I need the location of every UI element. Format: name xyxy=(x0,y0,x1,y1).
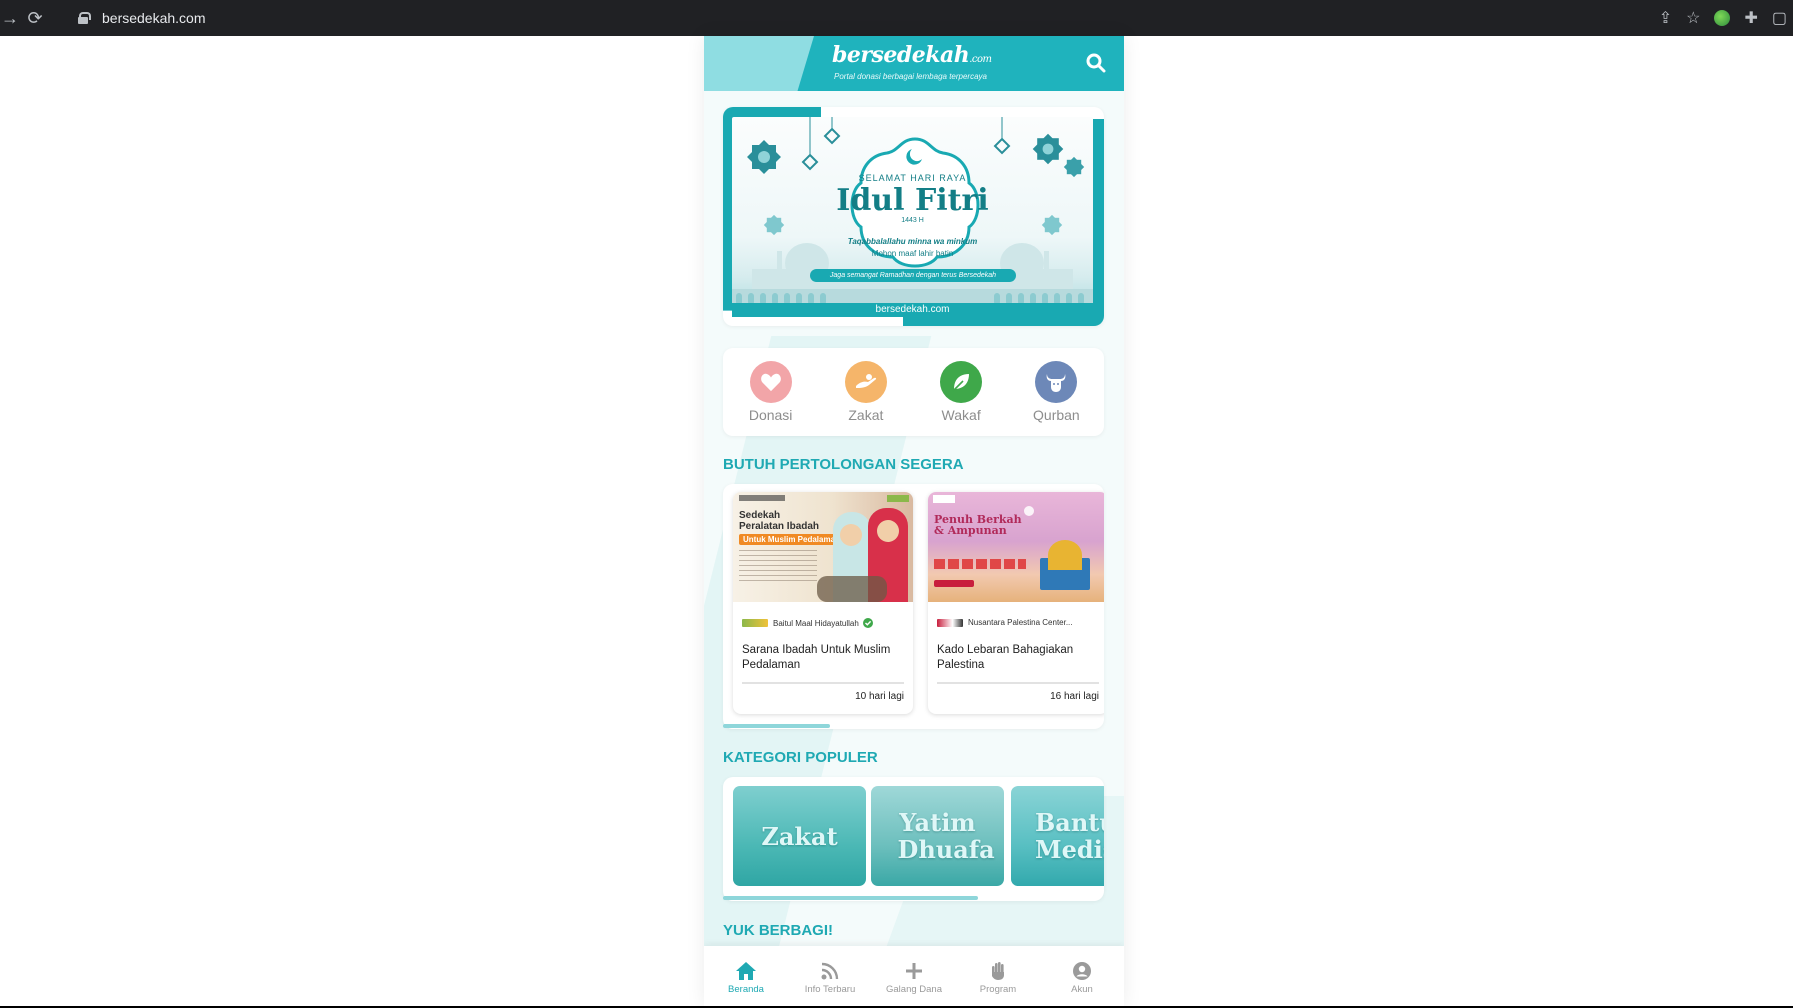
nav-beranda[interactable]: Beranda xyxy=(704,946,788,1006)
category-shortcuts: Donasi Zakat Wakaf Qurban xyxy=(723,348,1104,436)
star-ornament-icon xyxy=(747,140,781,174)
address-bar[interactable]: bersedekah.com xyxy=(66,5,1666,31)
campaign-progress xyxy=(742,682,904,684)
browser-toolbar: → ⟳ bersedekah.com ⇪ ☆ ✚ ▢ xyxy=(0,0,1793,36)
browser-viewport: bersedekah.com Portal donasi berbagai le… xyxy=(0,36,1793,1006)
banner-small-title: SELAMAT HARI RAYA xyxy=(858,173,967,183)
hand-raised-icon xyxy=(956,960,1040,982)
lantern-icon xyxy=(993,117,1011,155)
puzzle-icon[interactable]: ✚ xyxy=(1744,8,1757,28)
verified-icon xyxy=(862,618,873,628)
popular-section-title: KATEGORI POPULER xyxy=(723,749,878,766)
banner-year: 1443 H xyxy=(901,217,924,224)
idul-fitri-banner-image: SELAMAT HARI RAYA Idul Fitri 1443 H Taqa… xyxy=(732,117,1093,317)
campaign-title: Kado Lebaran Bahagiakan Palestina xyxy=(937,644,1074,671)
leaf-icon xyxy=(940,361,983,403)
category-wakaf[interactable]: Wakaf xyxy=(921,361,1001,423)
hand-icon xyxy=(844,361,887,403)
hero-banner[interactable]: SELAMAT HARI RAYA Idul Fitri 1443 H Taqa… xyxy=(723,107,1104,326)
campaign-thumbnail: Sedekah Peralatan Ibadah Untuk Muslim Pe… xyxy=(733,492,913,602)
nav-info-terbaru[interactable]: Info Terbaru xyxy=(788,946,872,1006)
lantern-icon xyxy=(801,117,819,171)
cow-icon xyxy=(1035,361,1078,403)
reload-icon[interactable]: ⟳ xyxy=(20,8,50,29)
banner-sub: Mohon maaf lahir batin xyxy=(871,249,954,258)
popular-carousel[interactable]: Zakat Yatim Dhuafa Bantuan Medis xyxy=(723,777,1104,901)
urgent-section-title: BUTUH PERTOLONGAN SEGERA xyxy=(723,456,964,473)
popular-scroll-indicator xyxy=(723,896,1104,900)
extension-icon[interactable] xyxy=(1714,10,1731,26)
urgent-carousel[interactable]: Sedekah Peralatan Ibadah Untuk Muslim Pe… xyxy=(723,484,1104,729)
campaign-progress xyxy=(937,682,1099,684)
address-bar-url: bersedekah.com xyxy=(102,10,206,26)
organizer-logo xyxy=(937,618,963,627)
heart-icon xyxy=(749,361,792,403)
app-header: bersedekah.com Portal donasi berbagai le… xyxy=(704,36,1124,91)
forward-icon[interactable]: → xyxy=(0,8,20,29)
star-icon[interactable]: ☆ xyxy=(1686,8,1700,28)
site-logo[interactable]: bersedekah.com xyxy=(832,42,992,68)
nav-akun[interactable]: Akun xyxy=(1040,946,1124,1006)
rss-icon xyxy=(788,960,872,982)
campaign-title: Sarana Ibadah Untuk Muslim Pedalaman xyxy=(742,644,891,671)
campaign-organizer: Baitul Maal Hidayatullah xyxy=(742,618,873,628)
campaign-days-left: 16 hari lagi xyxy=(1050,691,1099,702)
campaign-card[interactable]: Penuh Berkah & Ampunan Nusantara Palesti… xyxy=(928,492,1104,714)
popular-tile-zakat[interactable]: Zakat xyxy=(733,786,866,886)
campaign-card[interactable]: Sedekah Peralatan Ibadah Untuk Muslim Pe… xyxy=(733,492,913,714)
category-donasi[interactable]: Donasi xyxy=(731,361,811,423)
window-icon[interactable]: ▢ xyxy=(1772,8,1787,28)
category-qurban[interactable]: Qurban xyxy=(1016,361,1096,423)
popular-tile-yatim-dhuafa[interactable]: Yatim Dhuafa xyxy=(871,786,1004,886)
search-icon[interactable] xyxy=(1086,53,1106,73)
category-zakat[interactable]: Zakat xyxy=(826,361,906,423)
plus-icon xyxy=(872,960,956,982)
bottom-navigation: Beranda Info Terbaru Galang Dana Program xyxy=(704,946,1124,1006)
banner-pill: Jaga semangat Ramadhan dengan terus Bers… xyxy=(810,269,1016,282)
lantern-icon xyxy=(823,117,841,145)
popular-tile-bantuan-medis[interactable]: Bantuan Medis xyxy=(1011,786,1104,886)
banner-footer: bersedekah.com xyxy=(732,303,1093,317)
campaign-organizer: Nusantara Palestina Center... xyxy=(937,618,1073,627)
nav-program[interactable]: Program xyxy=(956,946,1040,1006)
account-icon xyxy=(1040,960,1124,982)
urgent-scroll-indicator xyxy=(723,724,1104,728)
lock-icon xyxy=(78,12,91,24)
star-ornament-icon xyxy=(1032,133,1064,165)
campaign-thumbnail: Penuh Berkah & Ampunan xyxy=(928,492,1104,602)
mobile-app: bersedekah.com Portal donasi berbagai le… xyxy=(704,36,1124,1006)
home-icon xyxy=(704,960,788,982)
nav-galang-dana[interactable]: Galang Dana xyxy=(872,946,956,1006)
banner-title: Idul Fitri xyxy=(836,183,989,218)
share-icon[interactable]: ⇪ xyxy=(1659,8,1672,28)
organizer-logo xyxy=(742,619,768,627)
campaign-days-left: 10 hari lagi xyxy=(855,691,904,702)
banner-greeting: Taqabbalallahu minna wa minkum xyxy=(847,237,978,246)
site-tagline: Portal donasi berbagai lembaga terpercay… xyxy=(834,72,987,81)
share-section-title: YUK BERBAGI! xyxy=(723,922,834,939)
